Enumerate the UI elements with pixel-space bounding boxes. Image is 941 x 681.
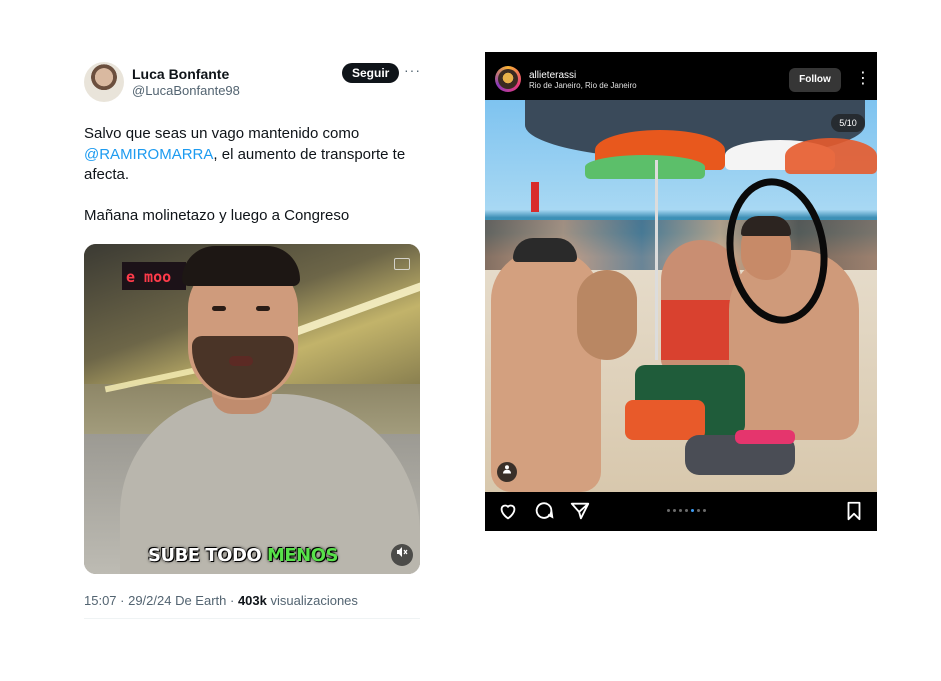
- gif-icon: [394, 258, 410, 270]
- more-options-icon[interactable]: ⋮: [855, 68, 871, 90]
- instagram-avatar[interactable]: [498, 69, 518, 89]
- photo-person-hat: [513, 238, 577, 262]
- user-tag-icon-svg: [503, 465, 511, 474]
- instagram-follow-button[interactable]: Follow: [789, 68, 841, 92]
- views-count: 403k: [237, 593, 267, 608]
- tweet-avatar[interactable]: [84, 62, 124, 102]
- carousel-dot: [697, 509, 700, 512]
- carousel-dot-active: [691, 509, 694, 512]
- tweet-card: Luca Bonfante @LucaBonfante98 Seguir ···…: [84, 60, 422, 619]
- photo-flag: [531, 182, 539, 212]
- mention-link[interactable]: @RAMIROMARRA: [84, 146, 213, 163]
- video-person-hair: [182, 246, 300, 286]
- tweet-author-handle[interactable]: @LucaBonfante98: [132, 83, 240, 98]
- instagram-username[interactable]: allieterassi: [529, 70, 576, 81]
- instagram-photo[interactable]: 5/10: [485, 100, 877, 492]
- photo-person: [577, 270, 637, 360]
- tweet-paragraph-1: Salvo que seas un vago mantenido como @R…: [84, 124, 414, 186]
- tweet-author-name[interactable]: Luca Bonfante: [132, 66, 229, 82]
- tweet-text-pre: Salvo que seas un vago mantenido como: [84, 125, 360, 142]
- heart-icon[interactable]: [497, 500, 519, 522]
- tweet-text: Salvo que seas un vago mantenido como @R…: [84, 124, 414, 226]
- comment-icon[interactable]: [533, 500, 555, 522]
- views-label: visualizaciones: [266, 593, 358, 608]
- carousel-counter: 5/10: [831, 114, 865, 132]
- tweet-timestamp[interactable]: 15:07 · 29/2/24 De Earth ·: [84, 593, 238, 608]
- photo-umbrella: [585, 155, 705, 179]
- photo-umbrella: [785, 138, 877, 174]
- heart-icon-svg: [500, 504, 516, 520]
- bookmark-icon-svg: [847, 501, 861, 521]
- video-led-sign-text: e moo: [126, 268, 172, 286]
- instagram-location[interactable]: Rio de Janeiro, Rio de Janeiro: [529, 81, 637, 90]
- tweet-metadata: 15:07 · 29/2/24 De Earth · 403k visualiz…: [84, 593, 358, 608]
- photo-bags: [625, 400, 705, 440]
- video-person-eye: [212, 306, 226, 311]
- video-person-eye: [256, 306, 270, 311]
- carousel-dot: [703, 509, 706, 512]
- comment-icon-svg: [535, 502, 554, 519]
- tweet-video[interactable]: e moo SUBE TODO MENOS: [84, 244, 420, 574]
- carousel-dot: [667, 509, 670, 512]
- carousel-dots: [667, 509, 706, 512]
- instagram-action-bar: [485, 492, 877, 531]
- user-tag-icon[interactable]: [497, 462, 517, 482]
- follow-button[interactable]: Seguir: [342, 63, 400, 83]
- photo-umbrella-pole: [655, 160, 658, 360]
- mute-icon-svg: [397, 547, 408, 557]
- more-options-icon[interactable]: ···: [404, 62, 421, 78]
- instagram-post: allieterassi Rio de Janeiro, Rio de Jane…: [485, 52, 877, 531]
- carousel-dot: [673, 509, 676, 512]
- video-person-mouth: [229, 356, 253, 366]
- divider: [84, 618, 420, 619]
- mute-icon[interactable]: [391, 544, 413, 566]
- carousel-dot: [679, 509, 682, 512]
- tweet-paragraph-2: Mañana molinetazo y luego a Congreso: [84, 206, 350, 224]
- share-icon[interactable]: [569, 500, 591, 522]
- video-caption: SUBE TODO MENOS: [148, 545, 339, 566]
- instagram-header: allieterassi Rio de Janeiro, Rio de Jane…: [485, 52, 877, 100]
- share-icon-svg: [570, 502, 590, 520]
- bookmark-icon[interactable]: [843, 500, 865, 522]
- video-caption-green: MENOS: [266, 545, 339, 566]
- video-caption-white: SUBE TODO: [148, 545, 267, 566]
- carousel-dot: [685, 509, 688, 512]
- photo-shoes: [735, 430, 795, 444]
- tweet-header: Luca Bonfante @LucaBonfante98 Seguir ···: [84, 60, 422, 102]
